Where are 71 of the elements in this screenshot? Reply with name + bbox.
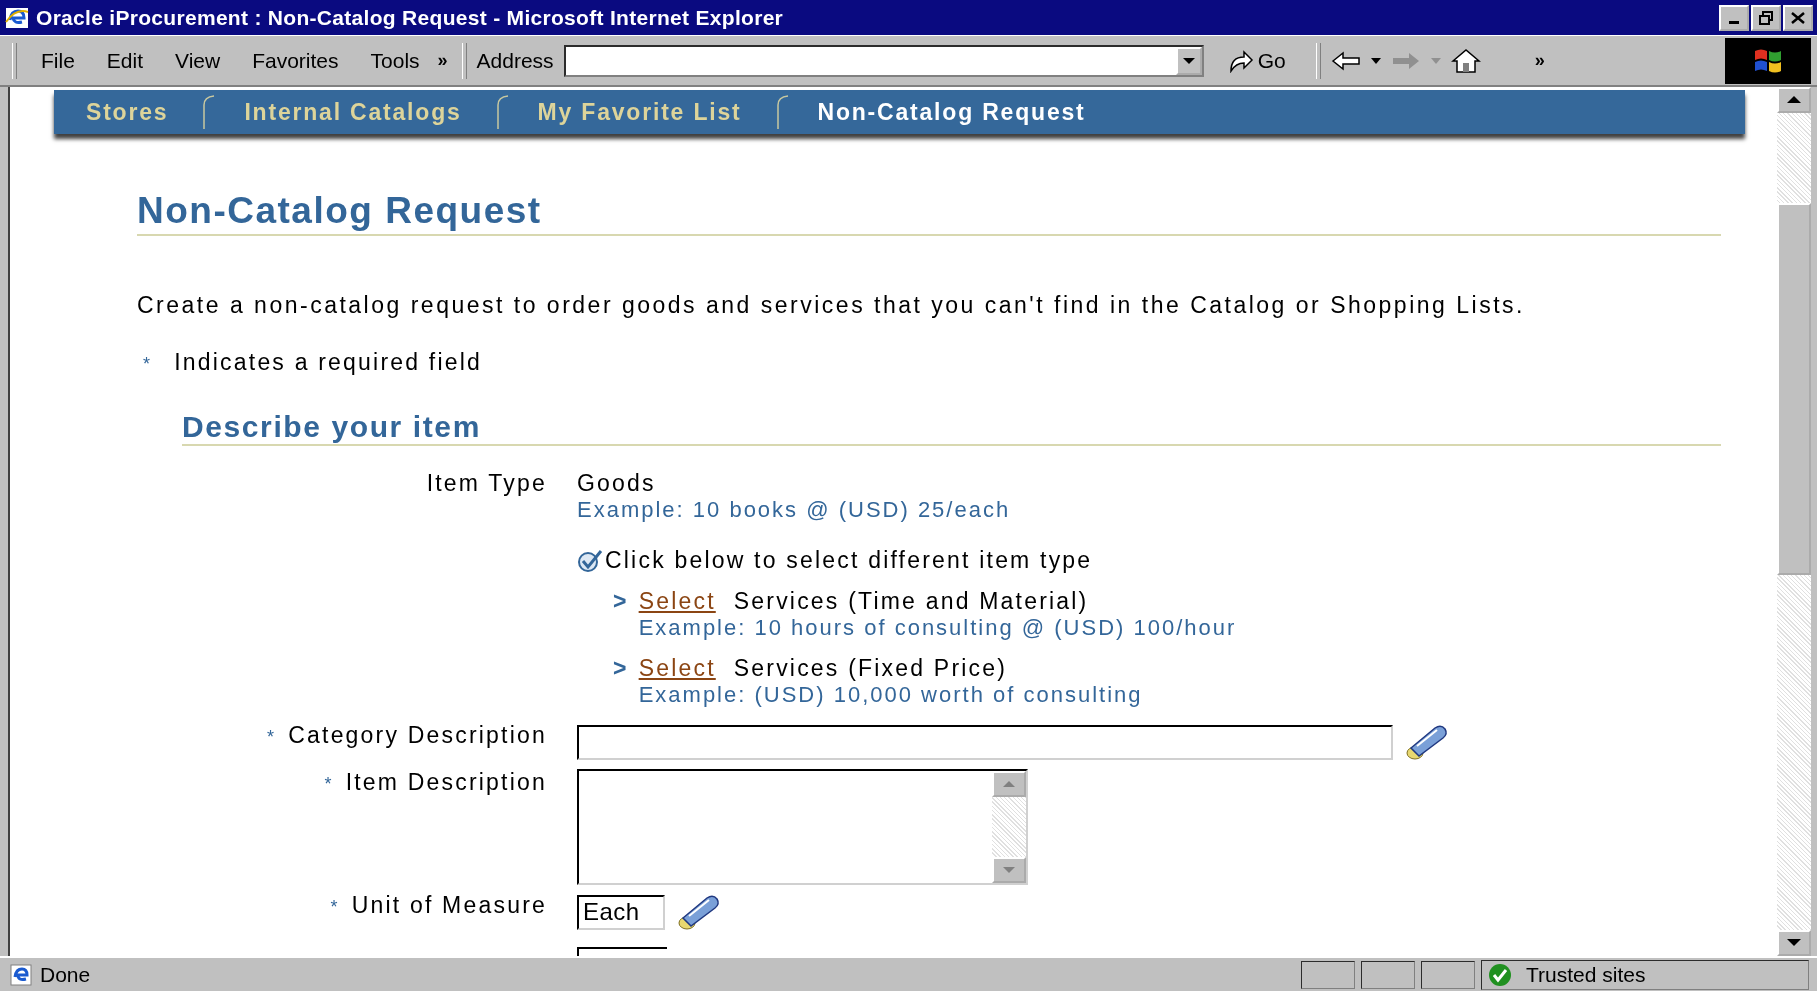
more-chevron[interactable]: » (437, 50, 448, 71)
section-heading: Describe your item (182, 410, 1721, 446)
required-marker: * (324, 774, 334, 795)
go-button[interactable]: Go (1207, 48, 1306, 73)
close-icon (1791, 11, 1805, 24)
restore-icon (1759, 10, 1773, 25)
tab[interactable]: Non-Catalog Request (813, 98, 1090, 126)
restore-button[interactable] (1751, 4, 1781, 31)
more-chevron[interactable]: » (1534, 50, 1545, 71)
arrow-up-icon (1003, 780, 1015, 788)
menu-item[interactable]: View (161, 48, 235, 73)
menu-item[interactable]: Tools (356, 48, 434, 73)
menu-item[interactable]: File (27, 48, 89, 73)
status-panel (1301, 961, 1355, 989)
example-text: Example: 10 books @ (USD) 25/each (577, 497, 1012, 523)
bullet-marker: > (613, 588, 629, 615)
tab[interactable]: My Favorite List (533, 98, 746, 126)
example-text: Example: (USD) 10,000 worth of consulting (638, 682, 1143, 708)
tab[interactable]: Internal Catalogs (240, 98, 466, 126)
back-icon[interactable] (1330, 49, 1361, 72)
tab[interactable]: Stores (82, 98, 173, 126)
checkmark-icon (577, 548, 603, 573)
field-label: Unit of Measure (351, 892, 547, 919)
required-note: Indicates a required field (174, 349, 482, 376)
tab-divider (775, 95, 790, 129)
page-icon (8, 963, 34, 987)
field-label: Item Type (426, 470, 547, 497)
minimize-icon (1729, 20, 1739, 24)
zone-text: Trusted sites (1526, 963, 1646, 987)
close-button[interactable] (1783, 4, 1813, 31)
text-field[interactable] (577, 724, 1393, 760)
browser-icon (4, 5, 30, 30)
bullet-marker: > (613, 655, 629, 682)
text-field[interactable]: Each (577, 894, 665, 930)
dropdown-caret-icon[interactable] (1182, 56, 1195, 65)
page-heading: Non-Catalog Request (137, 190, 1721, 236)
home-icon[interactable] (1450, 47, 1481, 74)
field-label: Category Description (288, 722, 547, 749)
field-label: Item Description (345, 769, 547, 796)
required-marker: * (267, 727, 277, 748)
scroll-up-button[interactable] (992, 771, 1026, 797)
check-circle-icon (1488, 963, 1512, 987)
scroll-down-button[interactable] (992, 857, 1026, 883)
tab-divider (202, 95, 217, 129)
scrollbar[interactable] (1777, 87, 1811, 956)
prompt-text: Click below to select different item type (605, 547, 1093, 574)
option-label: Services (Time and Material) (733, 588, 1089, 615)
select-link[interactable]: Select (638, 655, 716, 682)
arrow-down-icon (1787, 939, 1801, 947)
curved-arrow-icon (1227, 48, 1254, 73)
option-label: Services (Fixed Price) (733, 655, 1008, 682)
intro-text: Create a non-catalog request to order goods and services that you can't find in the Catalog or Shopping Lists. (137, 292, 1526, 319)
text-area[interactable] (577, 769, 1028, 885)
item-type-value: Goods (577, 470, 657, 497)
example-text: Example: 10 hours of consulting @ (USD) 100/hour (638, 615, 1237, 641)
window-title: Oracle iProcurement : Non-Catalog Request - Microsoft Internet Explorer (36, 5, 785, 30)
arrow-up-icon (1787, 96, 1801, 104)
menu-item[interactable]: Favorites (238, 48, 353, 73)
required-marker: * (330, 897, 340, 918)
minimize-button[interactable] (1719, 4, 1749, 31)
status-panel (1421, 961, 1475, 989)
menu-item[interactable]: Edit (92, 48, 158, 73)
select-link[interactable]: Select (638, 588, 716, 615)
tab-divider (495, 95, 510, 129)
dropdown-caret-icon[interactable] (1370, 57, 1381, 64)
required-marker: * (143, 354, 153, 375)
address-label: Address (476, 48, 554, 73)
arrow-down-icon (1003, 866, 1015, 874)
status-text: Done (40, 963, 92, 987)
status-panel (1361, 961, 1415, 989)
address-field[interactable] (563, 44, 1204, 77)
